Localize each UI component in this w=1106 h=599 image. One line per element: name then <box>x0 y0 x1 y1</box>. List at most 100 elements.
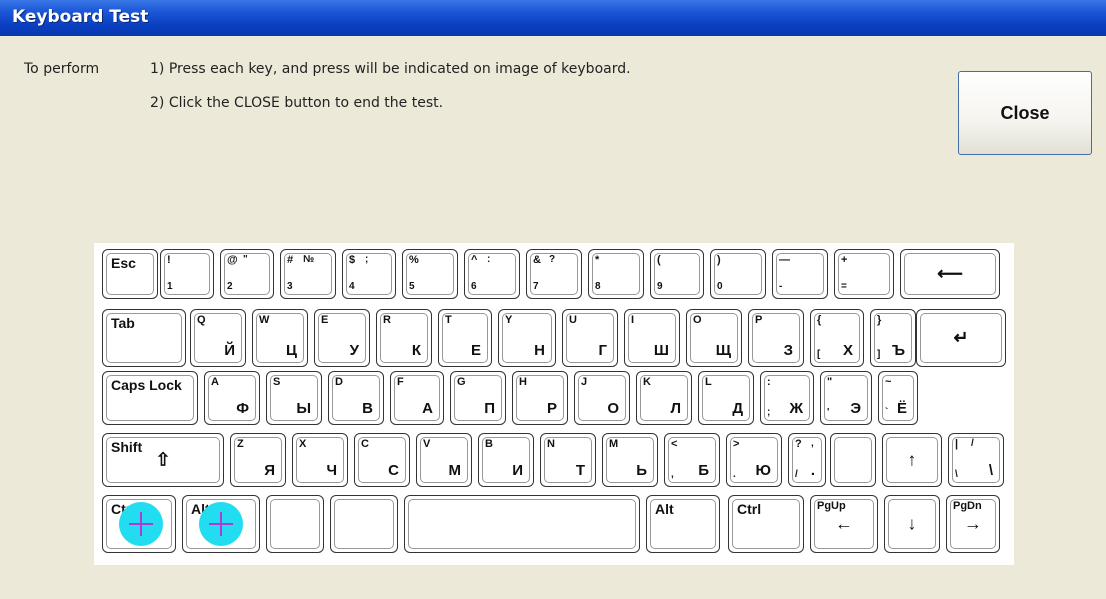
key-tilde-bl: ` <box>885 407 889 418</box>
key-0-tl: ) <box>717 254 721 266</box>
key-w-br: Ц <box>286 342 297 359</box>
key-k-br: Л <box>670 400 681 417</box>
key-semicolon-tl: : <box>767 376 771 388</box>
key-blank-b <box>330 495 398 553</box>
key-t: TЕ <box>438 309 492 367</box>
key-esc: Esc <box>102 249 158 299</box>
key-period: >. Ю <box>726 433 782 487</box>
key-4-tl: $ <box>349 254 356 266</box>
key-l: LД <box>698 371 754 425</box>
key-lbracket-tl: { <box>817 314 822 326</box>
key-tab: Tab <box>102 309 186 367</box>
key-7-tl: & <box>533 254 541 266</box>
key-backslash-br: \ <box>988 462 993 479</box>
instruction-step-1: 1) Press each key, and press will be ind… <box>150 61 631 77</box>
key-3-bl: 3 <box>287 281 293 292</box>
key-v: VМ <box>416 433 472 487</box>
key-9: (9 <box>650 249 704 299</box>
key-space <box>404 495 640 553</box>
key-slash-bl: / <box>795 469 798 480</box>
key-f-tl: F <box>397 376 404 388</box>
title-bar: Keyboard Test <box>0 0 1106 36</box>
key-v-tl: V <box>423 438 431 450</box>
key-4-tr: ; <box>365 254 369 265</box>
key-rbracket-tl: } <box>877 314 882 326</box>
key-m-tl: M <box>609 438 619 450</box>
key-n: NТ <box>540 433 596 487</box>
key-e: EУ <box>314 309 370 367</box>
key-q: QЙ <box>190 309 246 367</box>
key-comma-br: Б <box>698 462 709 479</box>
key-q-tl: Q <box>197 314 206 326</box>
key-s-tl: S <box>273 376 281 388</box>
key-lbracket: {[Х <box>810 309 864 367</box>
key-caps: Caps Lock <box>102 371 198 425</box>
key-comma-bl: , <box>671 469 674 480</box>
key-3-tr: № <box>303 254 315 265</box>
key-esc-mod: Esc <box>111 255 136 271</box>
key-m-br: Ь <box>636 462 647 479</box>
key-8-bl: 8 <box>595 281 601 292</box>
close-button[interactable]: Close <box>958 71 1092 155</box>
key-k: KЛ <box>636 371 692 425</box>
key-z-br: Я <box>264 462 275 479</box>
key-f: FА <box>390 371 444 425</box>
window-title: Keyboard Test <box>12 7 149 27</box>
key-1-bl: 1 <box>167 281 173 292</box>
keyboard-image: Esc! 1 @ " 2 # № 3 $; 4% 5 ^:6 &? 7 * 8(9) 0— - + = ⟵ Tab Q Й W Ц… <box>94 243 1014 565</box>
key-4: $; 4 <box>342 249 396 299</box>
key-e-br: У <box>349 342 359 359</box>
key-pgdn-mid: → <box>964 513 982 534</box>
key-pgup: PgUp ← <box>810 495 878 553</box>
key-e-tl: E <box>321 314 329 326</box>
key-f-br: А <box>422 400 433 417</box>
key-enter: ↵ <box>916 309 1006 367</box>
key-s: SЫ <box>266 371 322 425</box>
key-p: PЗ <box>748 309 804 367</box>
key-pgdn: PgDn → <box>946 495 1000 553</box>
key-slash-tl: ? <box>795 438 802 450</box>
key-j-br: О <box>607 400 619 417</box>
key-7-tr: ? <box>549 254 556 265</box>
key-x-tl: X <box>299 438 307 450</box>
key-3: # № 3 <box>280 249 336 299</box>
key-d: DВ <box>328 371 384 425</box>
key-c: CС <box>354 433 410 487</box>
key-semicolon-bl: ; <box>767 407 771 418</box>
key-g-br: П <box>484 400 495 417</box>
key-h-br: Р <box>546 400 557 417</box>
key-o-tl: O <box>693 314 702 326</box>
key-equal-tl: + <box>841 254 848 266</box>
key-h: HР <box>512 371 568 425</box>
key-6-tr: : <box>487 254 491 265</box>
key-u-tl: U <box>569 314 577 326</box>
key-t-tl: T <box>445 314 452 326</box>
key-w-tl: W <box>259 314 270 326</box>
key-5-tl: % <box>409 254 419 266</box>
key-quote-br: Э <box>850 400 861 417</box>
key-up: ↑ <box>882 433 942 487</box>
key-rbracket-bl: ] <box>877 349 881 360</box>
key-minus-tl: — <box>779 254 790 266</box>
key-slash-br: . <box>810 462 815 479</box>
key-minus-bl: - <box>779 281 783 292</box>
key-y: YН <box>498 309 556 367</box>
key-6: ^: 6 <box>464 249 520 299</box>
key-r: RК <box>376 309 432 367</box>
key-t-br: Е <box>470 342 481 359</box>
key-6-tl: ^ <box>471 254 478 266</box>
key-1: ! 1 <box>160 249 214 299</box>
key-shift-mid: ⇧ <box>155 449 171 470</box>
key-semicolon-br: Ж <box>789 400 803 417</box>
key-i-br: Ш <box>653 342 669 359</box>
key-j-tl: J <box>581 376 588 388</box>
pressed-indicator <box>119 502 163 546</box>
key-tilde: ~ ` Ё <box>878 371 918 425</box>
key-slash: ?, /. <box>788 433 826 487</box>
key-5-bl: 5 <box>409 281 415 292</box>
key-tab-mod: Tab <box>111 315 135 331</box>
key-p-br: З <box>783 342 793 359</box>
key-a: AФ <box>204 371 260 425</box>
key-g-tl: G <box>457 376 466 388</box>
key-9-tl: ( <box>657 254 661 266</box>
